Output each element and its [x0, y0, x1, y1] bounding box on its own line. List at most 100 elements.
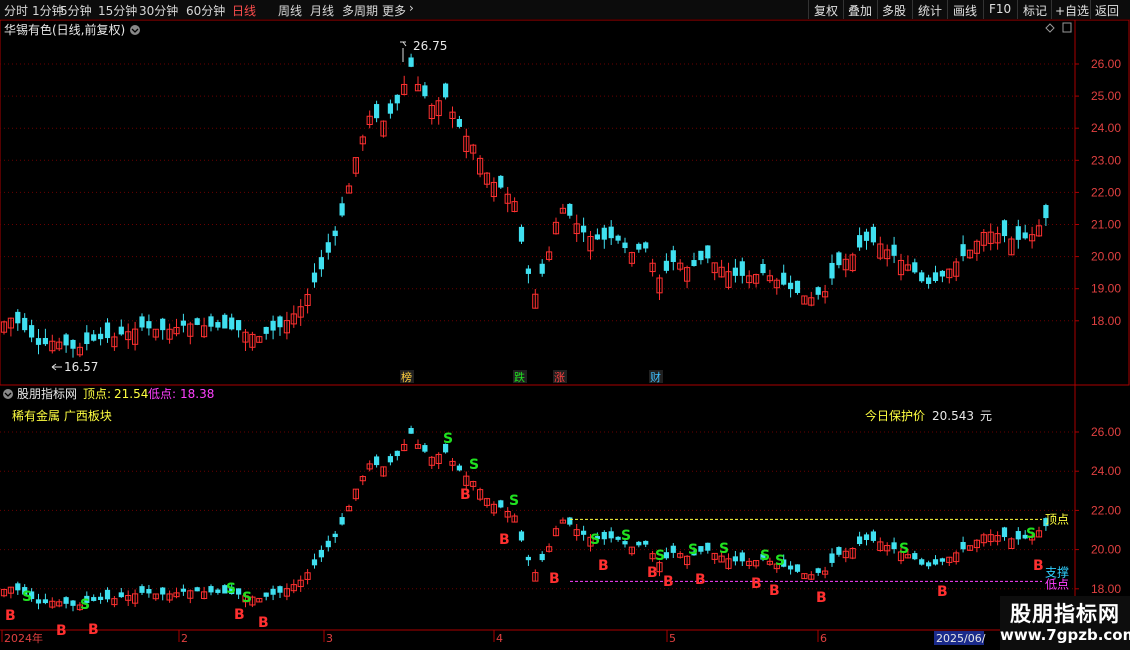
sub-candle-body: [939, 558, 945, 562]
buy-signal-mark: B: [499, 532, 510, 548]
buy-signal-mark: B: [598, 558, 609, 574]
event-tag-1: 跌: [514, 370, 525, 384]
toolbar-divider: [1051, 0, 1052, 19]
main-candle-body: [318, 257, 324, 270]
period-tab-3[interactable]: 15分钟: [98, 2, 137, 19]
period-tab-10[interactable]: 更多: [382, 2, 406, 19]
sub-candle-body: [926, 562, 932, 567]
main-candle-body: [208, 316, 214, 327]
price-chart: 26.00 25.00 24.00 23.00 22.00 21.00 20.00 19.00…: [0, 20, 1130, 650]
watermark-logo: 股朋指标网 www.7gpzb.com: [1000, 596, 1130, 650]
sub-candle-body: [815, 568, 821, 573]
toolbar-button-3[interactable]: 统计: [918, 2, 942, 19]
main-candle-body: [408, 57, 414, 67]
period-tab-9[interactable]: 多周期: [342, 2, 378, 19]
sub-candle-body: [42, 599, 48, 604]
sub-candle-body: [891, 542, 897, 550]
sell-signal-mark: S: [719, 541, 729, 557]
buy-signal-mark: B: [5, 608, 16, 624]
main-candle-body: [926, 277, 932, 284]
main-candle-body: [104, 322, 111, 339]
main-candle-body: [229, 317, 235, 330]
main-candle-body: [794, 280, 801, 293]
sub-candle-body: [863, 534, 870, 540]
maximize-icon: [1062, 22, 1072, 33]
sub-candle-body: [794, 564, 801, 572]
toolbar-button-2[interactable]: 多股: [882, 2, 906, 19]
sell-signal-mark: S: [509, 493, 519, 509]
main-candle-body: [581, 225, 587, 233]
sell-signal-mark: S: [621, 528, 631, 544]
sell-signal-mark: S: [775, 553, 785, 569]
sub-candle-body: [739, 552, 745, 562]
sub-candle-body: [408, 428, 414, 434]
protect-price-unit: 元: [980, 409, 992, 423]
sub-candle-body: [919, 559, 925, 565]
sector-label: 稀有金属 广西板块: [12, 408, 112, 423]
period-tab-6[interactable]: 日线: [232, 2, 256, 19]
main-candle-body: [539, 263, 545, 274]
main-candle-body: [394, 94, 400, 104]
buy-signal-mark: B: [816, 590, 827, 606]
main-candle-body: [70, 339, 76, 349]
period-tab-1[interactable]: 1分钟: [32, 2, 64, 19]
period-tab-8[interactable]: 月线: [310, 2, 334, 19]
main-candle-body: [456, 118, 462, 127]
sub-panel-dropdown-icon: [3, 389, 13, 399]
toolbar-button-8[interactable]: 返回: [1095, 2, 1119, 19]
toolbar-button-0[interactable]: 复权: [814, 2, 838, 19]
top-point-value: 21.54: [114, 387, 148, 401]
main-candle-body: [374, 104, 380, 119]
main-candle-body: [236, 320, 242, 331]
main-candle-body: [781, 272, 787, 285]
main-candle-body: [332, 230, 338, 237]
sell-signal-mark: S: [590, 532, 600, 548]
sub-candle-body: [698, 546, 704, 552]
sub-candle-body: [339, 517, 345, 525]
buy-signal-mark: B: [751, 576, 762, 592]
main-candle-body: [594, 234, 600, 240]
bottom-point-label: 低点:: [148, 387, 176, 401]
top-point-label: 顶点:: [83, 387, 111, 401]
sell-signal-mark: S: [80, 597, 90, 613]
sub-candle-body: [118, 592, 124, 598]
main-candle-body: [263, 326, 269, 334]
sub-y-tick-label: 20.00: [1091, 543, 1121, 557]
toolbar-button-7[interactable]: +自选: [1055, 2, 1089, 19]
main-candle-body: [622, 242, 628, 249]
period-tab-2[interactable]: 5分钟: [60, 2, 92, 19]
sub-candle-body: [581, 530, 587, 535]
main-candle-body: [636, 243, 642, 250]
sub-candle-body: [912, 553, 918, 560]
sub-candle-body: [70, 600, 76, 606]
buy-signal-mark: B: [88, 622, 99, 638]
chevron-right-icon[interactable]: ›: [409, 1, 414, 15]
period-tab-4[interactable]: 30分钟: [139, 2, 178, 19]
sub-candle-body: [422, 445, 428, 452]
sub-candle-body: [325, 540, 331, 548]
sub-y-tick-label: 26.00: [1091, 425, 1121, 439]
period-tab-0[interactable]: 分时: [4, 2, 28, 19]
main-candle-body: [118, 326, 124, 335]
sell-signal-mark: S: [760, 548, 770, 564]
main-candle-body: [643, 242, 649, 249]
toolbar-button-6[interactable]: 标记: [1023, 2, 1047, 19]
main-candle-body: [422, 85, 428, 97]
toolbar-button-4[interactable]: 画线: [953, 2, 977, 19]
sub-candle-body: [394, 450, 400, 457]
x-axis-label-4: 5: [669, 632, 676, 645]
main-candle-body: [339, 203, 345, 216]
buy-signal-mark: B: [769, 583, 780, 599]
sub-candle-body: [836, 547, 842, 555]
sub-candle-body: [160, 587, 166, 595]
toolbar-button-5[interactable]: F10: [989, 2, 1011, 16]
main-candle-body: [567, 203, 573, 216]
main-candle-body: [836, 252, 842, 266]
buy-signal-mark: B: [695, 572, 706, 588]
high-marker-arrow: [400, 41, 407, 47]
period-tab-7[interactable]: 周线: [278, 2, 302, 19]
current-date-label: 2025/06/: [936, 632, 986, 645]
toolbar-button-1[interactable]: 叠加: [848, 2, 872, 19]
period-tab-5[interactable]: 60分钟: [186, 2, 225, 19]
main-candle-body: [1022, 232, 1028, 239]
